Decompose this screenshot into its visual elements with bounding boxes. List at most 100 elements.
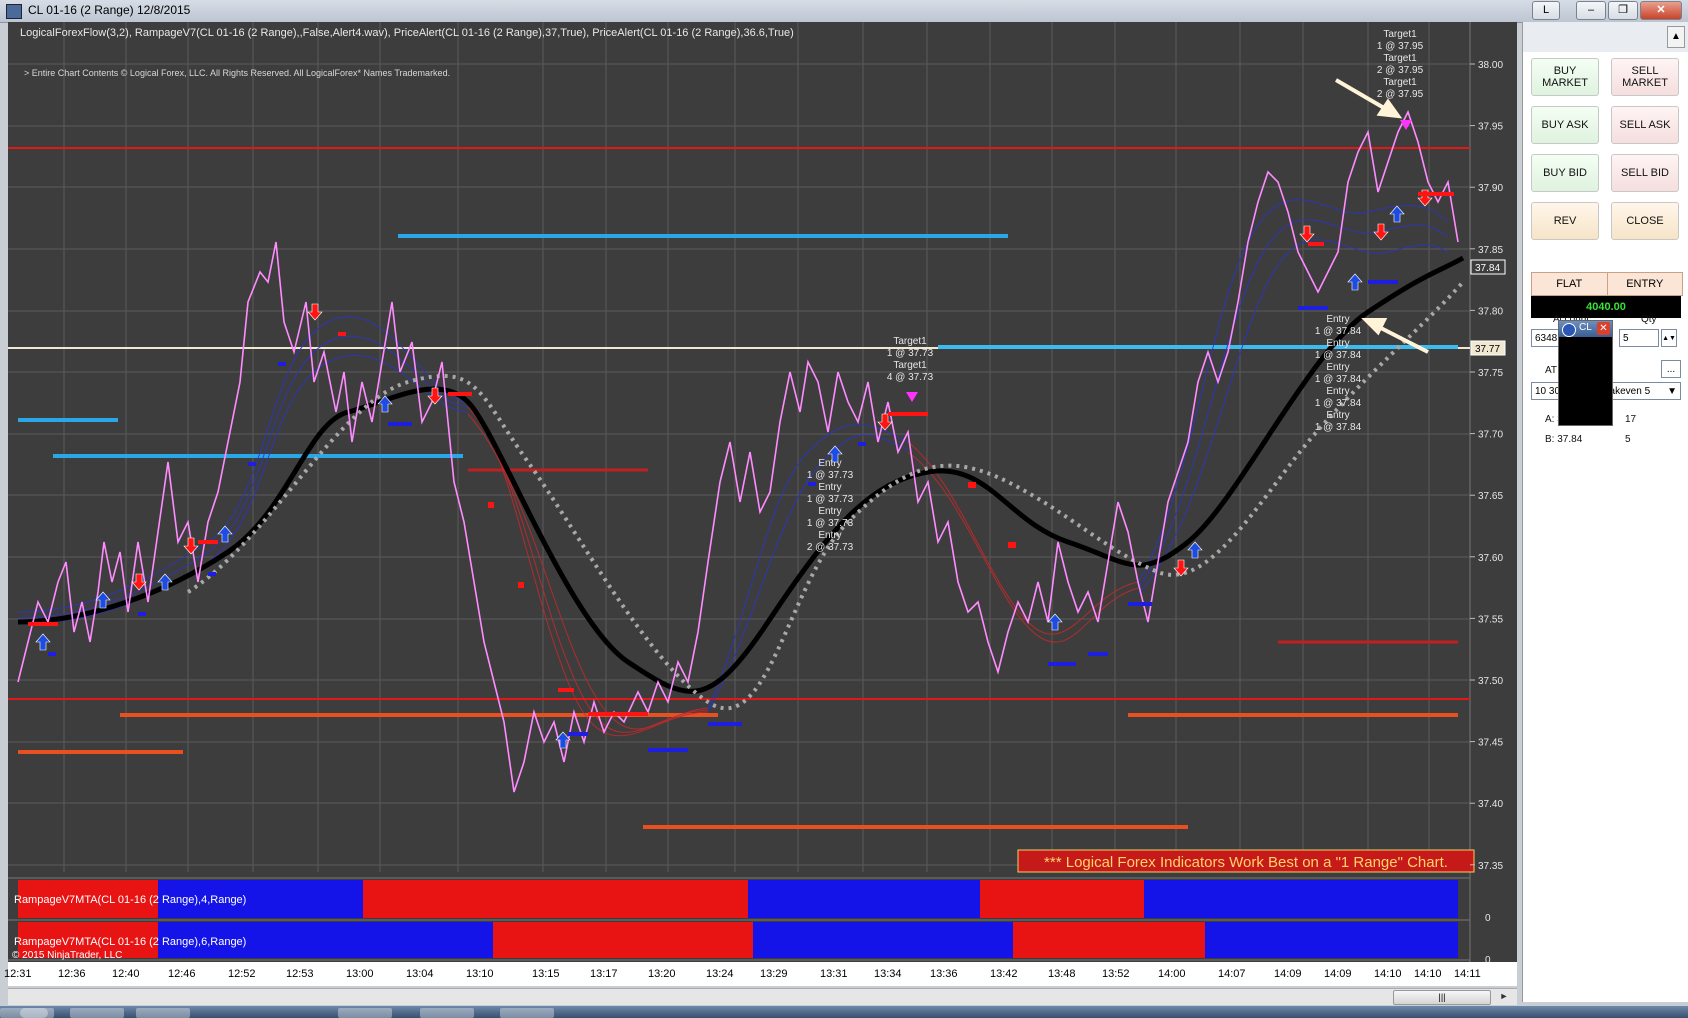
price-tick-label: 37.45 xyxy=(1478,738,1503,749)
time-tick-label: 13:42 xyxy=(990,968,1018,980)
taskbar-item[interactable] xyxy=(70,1008,124,1018)
time-tick-label: 12:31 xyxy=(4,968,32,980)
indicator-list: LogicalForexFlow(3,2), RampageV7(CL 01-1… xyxy=(20,27,794,39)
link-button[interactable]: L xyxy=(1532,1,1560,20)
chart-scrollbar[interactable]: ||| ► xyxy=(8,988,1517,1005)
entry-annotation-line: 1 @ 37.73 xyxy=(807,518,854,529)
time-tick-label: 12:36 xyxy=(58,968,86,980)
atm-label: AT xyxy=(1545,365,1558,376)
taskbar-item[interactable] xyxy=(420,1008,474,1018)
chart-app-icon xyxy=(6,4,22,19)
qty-input[interactable]: 5 xyxy=(1619,329,1659,347)
target-annotation-line: Target1 xyxy=(893,336,927,347)
taskbar-item[interactable] xyxy=(338,1008,392,1018)
time-tick-label: 13:15 xyxy=(532,968,560,980)
taskbar-item[interactable] xyxy=(500,1008,554,1018)
time-tick-label: 12:52 xyxy=(228,968,256,980)
time-tick-label: 13:31 xyxy=(820,968,848,980)
scroll-right-icon[interactable]: ► xyxy=(1497,990,1511,1003)
buy-ask-button[interactable]: BUY ASK xyxy=(1531,106,1599,144)
buy-market-button[interactable]: BUY MARKET xyxy=(1531,58,1599,96)
price-tick-label: 37.85 xyxy=(1478,245,1503,256)
time-tick-label: 13:29 xyxy=(760,968,788,980)
subpanel-1: RampageV7MTA(CL 01-16 (2 Range),4,Range)… xyxy=(8,877,1491,924)
entry-annotation-line: Entry xyxy=(1326,386,1349,397)
entry-annotation-line: 1 @ 37.73 xyxy=(807,494,854,505)
entry-annotation-line: 1 @ 37.84 xyxy=(1315,374,1362,385)
time-tick-label: 13:48 xyxy=(1048,968,1076,980)
taskbar-item[interactable] xyxy=(0,1008,54,1018)
chart-trader-panel: ▲ BUY MARKET SELL MARKET BUY ASK SELL AS… xyxy=(1522,22,1688,1002)
sell-bid-button[interactable]: SELL BID xyxy=(1611,154,1679,192)
time-tick-label: 13:20 xyxy=(648,968,676,980)
time-tick-label: 14:09 xyxy=(1274,968,1302,980)
time-tick-label: 12:40 xyxy=(112,968,140,980)
minimize-button[interactable]: – xyxy=(1576,1,1606,20)
price-tick-label: 37.65 xyxy=(1478,491,1503,502)
chart-canvas: Target1 1 @ 37.73 Target1 4 @ 37.73 Entr… xyxy=(8,22,1506,972)
chevron-down-icon: ▼ xyxy=(1667,386,1677,397)
globe-icon xyxy=(1562,323,1576,337)
entry-annotation-line: Entry xyxy=(1326,338,1349,349)
atm-strategy-value: 10 30 xyxy=(1535,386,1561,397)
price-tick-label: 37.60 xyxy=(1478,553,1503,564)
close-position-button[interactable]: CLOSE xyxy=(1611,202,1679,240)
chart-banner: *** Logical Forex Indicators Work Best o… xyxy=(1044,854,1448,871)
qty-label: Qty xyxy=(1641,314,1657,325)
subpanel-1-zero: 0 xyxy=(1485,913,1491,924)
subpanel-2: RampageV7MTA(CL 01-16 (2 Range),6,Range)… xyxy=(8,919,1491,966)
price-tick-label: 37.70 xyxy=(1478,430,1503,441)
time-tick-label: 14:00 xyxy=(1158,968,1186,980)
qty-stepper[interactable]: ▲▼ xyxy=(1661,329,1677,347)
time-tick-label: 13:52 xyxy=(1102,968,1130,980)
ninjatrader-copyright: © 2015 NinjaTrader, LLC xyxy=(12,950,122,961)
time-tick-label: 13:36 xyxy=(930,968,958,980)
maximize-button[interactable]: ❐ xyxy=(1608,1,1638,20)
price-tick-label: 37.80 xyxy=(1478,306,1503,317)
ask-size: 17 xyxy=(1625,414,1637,425)
chart-copyright: > Entire Chart Contents © Logical Forex,… xyxy=(24,68,451,78)
time-tick-label: 12:53 xyxy=(286,968,314,980)
price-tick-label: 37.40 xyxy=(1478,799,1503,810)
target-annotation-line: Target1 xyxy=(893,360,927,371)
sell-ask-button[interactable]: SELL ASK xyxy=(1611,106,1679,144)
target-annotation-line: 1 @ 37.73 xyxy=(887,348,934,359)
taskbar-item[interactable] xyxy=(136,1008,190,1018)
target-annotation-line: 1 @ 37.95 xyxy=(1377,41,1424,52)
atm-ellipsis-button[interactable]: ... xyxy=(1661,360,1681,378)
price-axis: 38.00 37.95 37.90 37.85 37.80 37.75 37.70 37.65… xyxy=(1470,60,1503,872)
bid-size: 5 xyxy=(1625,434,1631,445)
price-tick-label: 37.90 xyxy=(1478,183,1503,194)
close-icon[interactable]: ✕ xyxy=(1597,322,1610,335)
sell-market-button[interactable]: SELL MARKET xyxy=(1611,58,1679,96)
time-tick-label: 12:46 xyxy=(168,968,196,980)
instrument-popup[interactable]: CL ✕ xyxy=(1558,320,1613,426)
time-tick-label: 13:00 xyxy=(346,968,374,980)
price-tick-label: 37.35 xyxy=(1478,861,1503,872)
reverse-button[interactable]: REV xyxy=(1531,202,1599,240)
alert-price-tag: 37.77 xyxy=(1475,344,1500,355)
subpanel-1-label: RampageV7MTA(CL 01-16 (2 Range),4,Range) xyxy=(14,894,246,906)
time-tick-label: 13:04 xyxy=(406,968,434,980)
time-tick-label: 14:11 xyxy=(1454,968,1481,980)
time-tick-label: 14:10 xyxy=(1374,968,1402,980)
close-button[interactable]: ✕ xyxy=(1640,1,1682,20)
target-annotation-line: 2 @ 37.95 xyxy=(1377,65,1424,76)
scrollbar-thumb[interactable]: ||| xyxy=(1393,990,1491,1005)
chevron-up-icon[interactable]: ▲ xyxy=(1667,26,1685,48)
entry-annotation-line: 1 @ 37.73 xyxy=(807,470,854,481)
price-tick-label: 37.55 xyxy=(1478,614,1503,625)
time-tick-label: 13:24 xyxy=(706,968,734,980)
time-tick-label: 14:07 xyxy=(1218,968,1246,980)
price-tick-label: 37.75 xyxy=(1478,368,1503,379)
entry-annotation-line: Entry xyxy=(818,506,841,517)
entry-label: ENTRY xyxy=(1626,278,1664,290)
popup-title: CL xyxy=(1579,322,1592,333)
current-price-tag: 37.84 xyxy=(1475,263,1500,274)
price-chart[interactable]: Target1 1 @ 37.73 Target1 4 @ 37.73 Entr… xyxy=(8,22,1517,972)
buy-bid-button[interactable]: BUY BID xyxy=(1531,154,1599,192)
price-tick-label: 37.95 xyxy=(1478,122,1503,133)
entry-annotation-line: 2 @ 37.73 xyxy=(807,542,854,553)
time-tick-label: 14:09 xyxy=(1324,968,1352,980)
entry-annotation-line: 1 @ 37.84 xyxy=(1315,326,1362,337)
